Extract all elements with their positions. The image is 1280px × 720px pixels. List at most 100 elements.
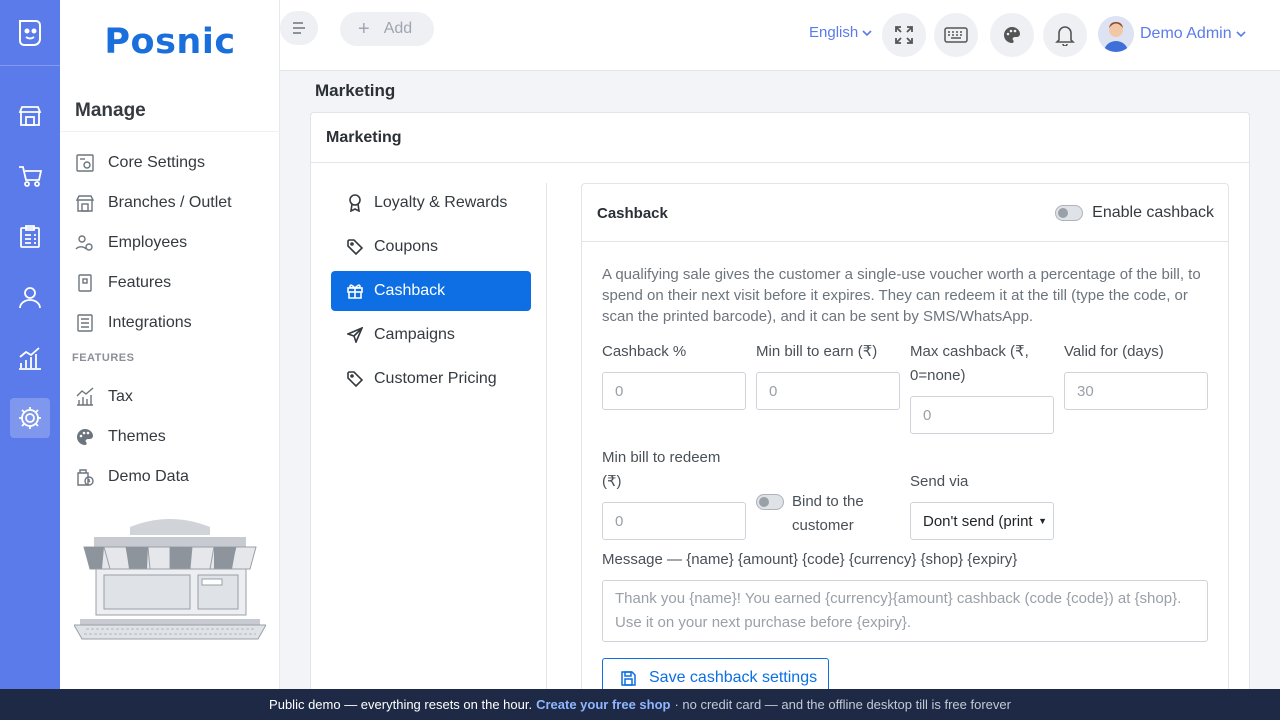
page-title: Marketing (315, 81, 396, 100)
min-bill-earn-label: Min bill to earn (₹) (756, 343, 878, 360)
settings-doc-icon (74, 152, 96, 174)
send-via-select[interactable]: Don't send (print ▼ (910, 502, 1054, 540)
save-floppy-icon (621, 670, 637, 686)
bind-customer-label-line2: customer (792, 517, 854, 534)
menu-divider (60, 131, 280, 132)
palette-icon (74, 426, 96, 448)
rail-user-icon[interactable] (10, 277, 50, 317)
tag-icon (346, 370, 364, 388)
max-cashback-input[interactable] (910, 396, 1054, 434)
tax-chart-icon (74, 386, 96, 408)
gift-icon (346, 282, 364, 300)
marketing-card: Marketing Loyalty & Rewards Coupons Cash… (310, 112, 1250, 712)
user-menu[interactable]: Demo Admin (1098, 16, 1247, 52)
menu-item-core-settings[interactable]: Core Settings (74, 148, 205, 178)
app-logo-icon[interactable] (0, 0, 60, 66)
max-cashback-label-line2: 0=none) (910, 367, 966, 384)
icon-rail (0, 0, 60, 689)
menu-item-tax[interactable]: Tax (74, 382, 133, 412)
send-icon (346, 326, 364, 344)
cashback-percent-input[interactable] (602, 372, 746, 410)
plus-icon: + (358, 17, 370, 40)
keyboard-icon[interactable] (934, 13, 978, 57)
subnav-label: Customer Pricing (374, 370, 497, 387)
valid-for-input[interactable] (1064, 372, 1208, 410)
subnav-cashback[interactable]: Cashback (331, 271, 531, 311)
subnav-label: Loyalty & Rewards (374, 194, 508, 211)
message-label: Message — {name} {amount} {code} {curren… (602, 551, 1018, 568)
send-via-value: Don't send (print (923, 512, 1033, 530)
add-button[interactable]: + Add (340, 12, 434, 46)
bind-customer-switch[interactable]: Bind to the customer (756, 490, 864, 538)
message-textarea[interactable] (602, 580, 1208, 642)
valid-for-label: Valid for (days) (1064, 343, 1164, 360)
rail-settings-icon[interactable] (10, 398, 50, 438)
rail-clipboard-icon[interactable] (10, 217, 50, 257)
menu-item-branches[interactable]: Branches / Outlet (74, 188, 232, 218)
min-bill-redeem-label-line2: (₹) (602, 473, 622, 490)
menu-section-features: FEATURES (72, 352, 135, 364)
demo-data-icon (74, 466, 96, 488)
fullscreen-icon[interactable] (882, 13, 926, 57)
min-bill-earn-input[interactable] (756, 372, 900, 410)
bind-customer-label-line1: Bind to the (792, 493, 864, 510)
save-cashback-label: Save cashback settings (649, 669, 818, 686)
menu-item-label: Features (108, 274, 172, 291)
menu-item-label: Core Settings (108, 154, 205, 171)
subnav-label: Campaigns (374, 326, 455, 343)
employees-gear-icon (74, 232, 96, 254)
bind-customer-label: Bind to the customer (792, 490, 864, 538)
bind-customer-toggle[interactable] (756, 494, 784, 510)
notification-bell-icon[interactable] (1043, 13, 1087, 57)
menu-title: Manage (75, 100, 146, 121)
menu-item-demo-data[interactable]: Demo Data (74, 462, 189, 492)
create-shop-link[interactable]: Create your free shop (536, 697, 670, 712)
cashback-percent-label: Cashback % (602, 343, 687, 360)
subnav-customer-pricing[interactable]: Customer Pricing (331, 359, 531, 399)
menu-item-label: Employees (108, 234, 188, 251)
cashback-title: Cashback (597, 205, 668, 222)
brand-logo[interactable]: Posnic (60, 0, 280, 84)
menu-item-employees[interactable]: Employees (74, 228, 187, 258)
subnav-label: Coupons (374, 238, 439, 255)
enable-cashback-toggle[interactable] (1055, 205, 1084, 221)
menu-item-label: Demo Data (108, 468, 189, 485)
menu-item-label: Integrations (108, 314, 192, 331)
demo-banner: Public demo — everything resets on the h… (0, 689, 1280, 720)
demo-banner-text: Public demo — everything resets on the h… (269, 697, 533, 712)
rail-store-icon[interactable] (10, 96, 50, 136)
chevron-down-icon (862, 29, 872, 36)
subnav-campaigns[interactable]: Campaigns (331, 315, 531, 355)
tag-icon (346, 238, 364, 256)
card-title: Marketing (311, 113, 1249, 163)
user-name: Demo Admin (1140, 25, 1232, 42)
subnav-label: Cashback (374, 282, 446, 299)
rail-chart-icon[interactable] (10, 338, 50, 378)
language-label: English (809, 24, 859, 41)
rail-cart-icon[interactable] (10, 156, 50, 196)
award-icon (346, 194, 364, 212)
menu-item-themes[interactable]: Themes (74, 422, 166, 452)
subnav-loyalty-rewards[interactable]: Loyalty & Rewards (331, 183, 531, 223)
avatar (1098, 16, 1134, 52)
min-bill-redeem-input[interactable] (602, 502, 746, 540)
chevron-down-icon (1236, 31, 1246, 38)
cashback-description: A qualifying sale gives the customer a s… (602, 266, 1201, 325)
max-cashback-label-line1: Max cashback (₹, (910, 343, 1029, 360)
menu-item-features[interactable]: Features (74, 268, 171, 298)
menu-item-label: Tax (108, 388, 133, 405)
theme-palette-icon[interactable] (990, 13, 1034, 57)
top-bar: + Add English Demo Admin (280, 0, 1280, 71)
integrations-icon (74, 312, 96, 334)
menu-item-integrations[interactable]: Integrations (74, 308, 192, 338)
subnav-coupons[interactable]: Coupons (331, 227, 531, 267)
menu-item-label: Branches / Outlet (108, 194, 232, 211)
side-menu: Posnic Manage Core Settings Branches / O… (60, 0, 280, 689)
marketing-subnav: Loyalty & Rewards Coupons Cashback Campa… (331, 183, 547, 703)
language-selector[interactable]: English (809, 24, 873, 41)
sidebar-toggle-icon[interactable] (280, 11, 318, 45)
send-via-label: Send via (910, 473, 969, 490)
caret-down-icon: ▼ (1038, 516, 1047, 526)
cashback-panel: Cashback Enable cashback A qualifying sa… (581, 183, 1229, 703)
enable-cashback-switch[interactable]: Enable cashback (1055, 204, 1214, 222)
